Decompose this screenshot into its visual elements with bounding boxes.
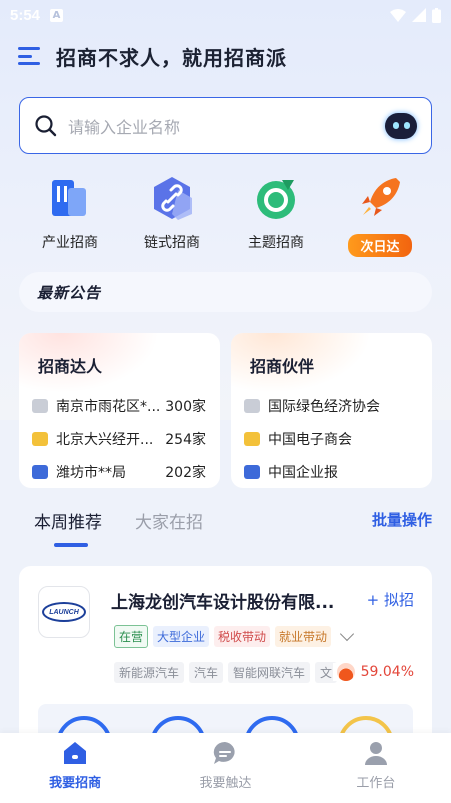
chat-bubble-icon — [214, 741, 236, 764]
investment-expert-card[interactable]: 招商达人 南京市雨花区*... 300家 北京大兴经开... 254家 潍坊市*… — [19, 333, 220, 488]
percent-gauge-icon — [336, 663, 355, 681]
quick-label: 产业招商 — [42, 235, 98, 251]
quick-label: 链式招商 — [144, 235, 200, 251]
company-tags: 在营 大型企业 税收带动 就业带动 — [114, 625, 355, 648]
investment-partner-card[interactable]: 招商伙伴 国际绿色经济协会 中国电子商会 中国企业报 — [231, 333, 432, 488]
chain-link-icon — [148, 174, 196, 222]
batch-operation-button[interactable]: 批量操作 — [372, 509, 432, 530]
chevron-down-icon[interactable] — [339, 626, 355, 642]
quick-next-day[interactable]: 次日达 — [330, 170, 430, 257]
tag: 税收带动 — [214, 626, 271, 647]
rocket-icon — [356, 174, 404, 222]
status-bar: 5:54 A — [0, 0, 451, 30]
notice-bar[interactable]: 最新公告 — [19, 272, 432, 312]
quick-theme-investment[interactable]: 主题招商 — [226, 170, 326, 252]
rank-crown-icon — [244, 431, 260, 446]
bottom-nav: 我要招商 我要触达 工作台 — [0, 733, 451, 803]
tab-indicator — [54, 543, 88, 547]
notice-title: 最新公告 — [37, 283, 102, 302]
list-item[interactable]: 南京市雨花区*... 300家 — [19, 389, 220, 422]
rank-crown-icon — [244, 464, 260, 479]
app-header: 招商不求人，就用招商派 — [18, 40, 287, 72]
list-item[interactable]: 北京大兴经开... 254家 — [19, 422, 220, 455]
tab-everyone[interactable]: 大家在招 — [135, 508, 203, 533]
tag: 就业带动 — [275, 626, 332, 647]
industry-tags: 新能源汽车 汽车 智能网联汽车 文 — [114, 662, 338, 683]
status-time: 5:54 — [10, 6, 41, 24]
rank-crown-icon — [32, 431, 48, 446]
tab-this-week[interactable]: 本周推荐 — [34, 508, 102, 533]
ai-robot-icon[interactable] — [385, 112, 417, 139]
nav-reach[interactable]: 我要触达 — [150, 733, 300, 803]
match-percent: 59.04% — [332, 663, 414, 681]
notification-badge-icon: A — [50, 8, 64, 22]
list-item[interactable]: 中国企业报 — [231, 455, 432, 488]
nav-invest[interactable]: 我要招商 — [0, 733, 150, 803]
quick-label: 主题招商 — [248, 235, 304, 251]
search-icon — [35, 114, 57, 136]
recommend-tabs: 本周推荐 大家在招 批量操作 — [0, 500, 451, 550]
user-icon — [364, 742, 387, 765]
rank-crown-icon — [32, 398, 48, 413]
plan-invest-button[interactable]: + 拟招 — [367, 589, 414, 610]
nav-workbench[interactable]: 工作台 — [301, 733, 451, 803]
wifi-icon — [390, 8, 406, 22]
list-item[interactable]: 潍坊市**局 202家 — [19, 455, 220, 488]
rank-crown-icon — [244, 398, 260, 413]
home-icon — [64, 742, 87, 764]
status-icons — [390, 7, 441, 23]
company-logo: LAUNCH — [38, 586, 90, 638]
tag: 大型企业 — [153, 626, 210, 647]
search-input[interactable]: 请输入企业名称 — [68, 114, 385, 138]
battery-icon — [432, 7, 441, 23]
menu-icon[interactable] — [18, 45, 42, 67]
card-title: 招商伙伴 — [250, 357, 315, 376]
quick-actions: 产业招商 链式招商 主题招商 次日达 — [0, 170, 451, 260]
list-item[interactable]: 国际绿色经济协会 — [231, 389, 432, 422]
quick-chain-investment[interactable]: 链式招商 — [122, 170, 222, 252]
status-badge: 在营 — [114, 625, 149, 648]
company-name[interactable]: 上海龙创汽车设计股份有限... — [111, 588, 334, 613]
page-title: 招商不求人，就用招商派 — [56, 45, 287, 70]
card-title: 招商达人 — [38, 357, 103, 376]
search-bar[interactable]: 请输入企业名称 — [19, 97, 432, 154]
quick-industry-investment[interactable]: 产业招商 — [20, 170, 120, 252]
theme-target-icon — [252, 174, 300, 222]
industry-building-icon — [46, 174, 94, 222]
rank-crown-icon — [32, 464, 48, 479]
next-day-badge: 次日达 — [348, 234, 412, 257]
list-item[interactable]: 中国电子商会 — [231, 422, 432, 455]
signal-icon — [412, 8, 426, 22]
